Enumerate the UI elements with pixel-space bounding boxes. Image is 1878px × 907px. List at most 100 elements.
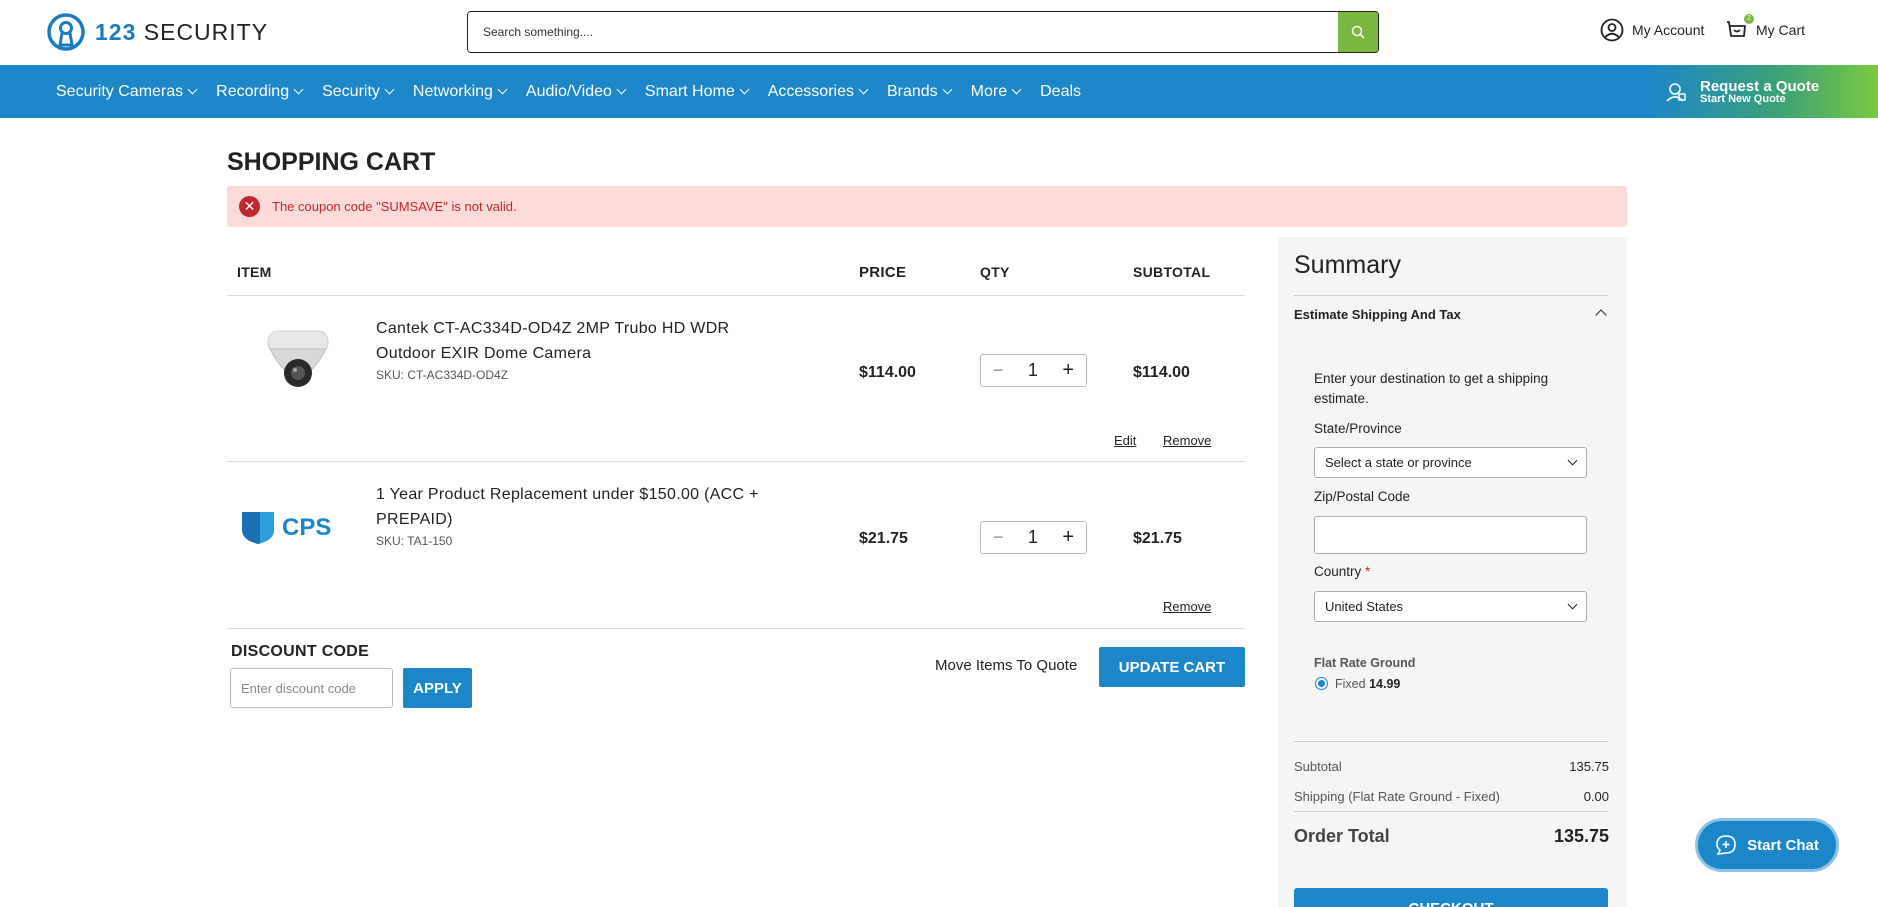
fixed-rate-label[interactable]: Fixed 14.99 [1335,674,1400,694]
checkout-button[interactable]: CHECKOUT [1294,888,1608,907]
subtotal-label: Subtotal [1294,759,1342,774]
qty-value[interactable]: 1 [1028,360,1038,381]
product-name-link[interactable]: 1 Year Product Replacement under $150.00… [376,482,776,532]
page-title: SHOPPING CART [227,148,436,176]
product-image-camera[interactable] [250,320,345,405]
shipping-value: 0.00 [1583,789,1609,804]
my-account-label: My Account [1632,22,1705,38]
state-label: State/Province [1314,421,1402,436]
discount-code-input[interactable] [230,668,393,708]
required-asterisk: * [1365,564,1371,579]
nav-accessories[interactable]: Accessories [768,83,869,101]
order-summary-panel: Summary Estimate Shipping And Tax Enter … [1278,237,1627,907]
order-total-label: Order Total [1294,826,1390,846]
my-account-link[interactable]: My Account [1600,18,1704,42]
qty-decrease-button[interactable]: − [993,360,1004,381]
remove-item-link[interactable]: Remove [1163,433,1211,448]
alert-message: The coupon code "SUMSAVE" is not valid. [272,199,517,214]
my-cart-link[interactable]: 2 My Cart [1724,14,1805,42]
quote-title: Request a Quote [1700,77,1820,95]
product-sku: SKU: CT-AC334D-OD4Z [376,368,509,382]
product-price: $21.75 [859,530,908,547]
search-input[interactable] [468,12,1338,52]
flat-rate-radio[interactable] [1315,677,1328,690]
row-subtotal: $114.00 [1133,364,1190,381]
divider [227,461,1245,462]
qty-decrease-button[interactable]: − [993,527,1004,548]
order-total-value: 135.75 [1553,826,1609,846]
col-header-item: ITEM [237,264,272,280]
search-button[interactable] [1338,12,1378,52]
shipping-hint: Enter your destination to get a shipping… [1314,371,1549,406]
zip-label: Zip/Postal Code [1314,489,1411,504]
move-items-to-quote-link[interactable]: Move Items To Quote [935,657,1077,674]
divider [227,628,1245,629]
fixed-rate-price: 14.99 [1369,677,1401,691]
qty-value[interactable]: 1 [1028,527,1038,548]
country-label: Country * [1314,564,1371,579]
qty-increase-button[interactable]: + [1062,359,1074,382]
country-select[interactable]: United States [1314,591,1587,622]
product-name-link[interactable]: Cantek CT-AC334D-OD4Z 2MP Trubo HD WDR O… [376,316,776,366]
summary-title: Summary [1294,251,1401,279]
nav-security[interactable]: Security [322,83,395,101]
chevron-up-icon[interactable] [1595,309,1607,321]
nav-deals[interactable]: Deals [1040,83,1081,101]
user-circle-icon [1600,18,1624,42]
dome-camera-image [267,330,328,387]
logo-number: 123 [95,18,137,45]
state-select[interactable]: Select a state or province [1314,447,1587,478]
col-header-price: PRICE [859,264,907,281]
chevron-down-icon [739,84,750,95]
edit-item-link[interactable]: Edit [1114,433,1136,448]
site-header: 123 SECURITY My Account 2 My Cart [0,0,1878,65]
nav-audio-video[interactable]: Audio/Video [526,83,627,101]
country-select-value: United States [1325,599,1404,614]
start-chat-button[interactable]: Start Chat [1695,818,1839,872]
nav-recording[interactable]: Recording [216,83,304,101]
site-logo[interactable]: 123 SECURITY [45,12,268,52]
shipping-label: Shipping (Flat Rate Ground - Fixed) [1294,789,1500,804]
chevron-down-icon [497,84,508,95]
quote-subtitle: Start New Quote [1700,92,1786,105]
my-cart-label: My Cart [1756,22,1805,38]
update-cart-button[interactable]: UPDATE CART [1099,647,1245,687]
start-chat-label: Start Chat [1747,836,1819,854]
cps-logo-text: CPS [282,514,331,541]
shipping-method-title: Flat Rate Ground [1314,656,1416,670]
request-quote-button[interactable]: Request a Quote Start New Quote [1649,65,1878,118]
nav-networking[interactable]: Networking [413,83,508,101]
estimate-shipping-toggle[interactable]: Estimate Shipping And Tax [1294,307,1461,322]
error-x-icon: ✕ [239,196,260,217]
remove-item-link[interactable]: Remove [1163,599,1211,614]
divider [1294,741,1608,742]
product-price: $114.00 [859,364,916,381]
state-select-value: Select a state or province [1325,455,1472,470]
quantity-stepper: − 1 + [980,521,1087,554]
product-image-cps[interactable]: CPS [238,500,356,552]
qty-increase-button[interactable]: + [1062,526,1074,549]
chevron-down-icon [187,84,198,95]
nav-security-cameras[interactable]: Security Cameras [56,83,198,101]
subtotal-value: 135.75 [1569,759,1609,774]
chevron-down-icon [616,84,627,95]
divider [1294,811,1608,812]
quantity-stepper: − 1 + [980,354,1087,387]
nav-smart-home[interactable]: Smart Home [645,83,750,101]
chevron-down-icon [1011,84,1022,95]
coupon-error-alert: ✕ The coupon code "SUMSAVE" is not valid… [227,186,1627,227]
chevron-down-icon [384,84,395,95]
apply-discount-button[interactable]: APPLY [403,668,472,708]
chevron-down-icon [942,84,953,95]
nav-more[interactable]: More [971,83,1022,101]
chevron-down-icon [1567,599,1578,610]
discount-code-label: DISCOUNT CODE [231,643,370,660]
divider [1294,295,1608,296]
col-header-qty: QTY [980,264,1010,280]
row-subtotal: $21.75 [1133,530,1182,547]
main-nav: Security Cameras Recording Security Netw… [0,65,1878,118]
chat-bubble-icon [1716,835,1736,855]
chevron-down-icon [858,84,869,95]
zip-input[interactable] [1314,516,1587,554]
nav-brands[interactable]: Brands [887,83,953,101]
